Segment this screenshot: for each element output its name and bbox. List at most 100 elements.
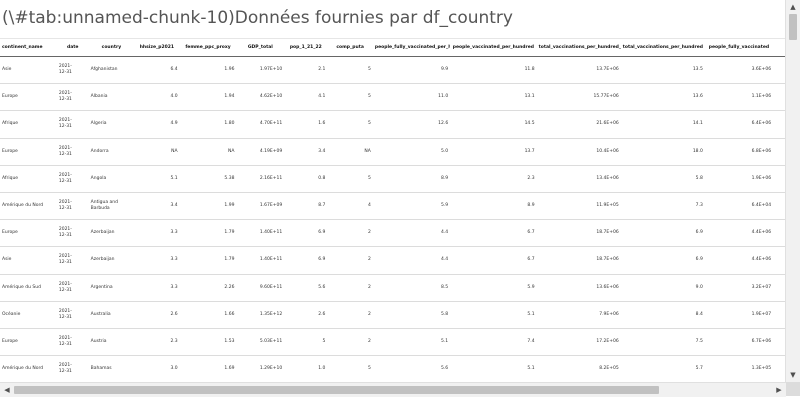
scroll-right-arrow-icon[interactable]: ▶ [772, 383, 786, 397]
table-cell: Andorra [88, 138, 135, 166]
table-cell: 1.99 [179, 192, 237, 221]
table-cell: 1.94 [179, 83, 237, 112]
table-cell: NA [134, 138, 180, 166]
table-cell: 1.67E+09 [236, 192, 285, 221]
column-header: date [56, 39, 89, 57]
table-cell: 5.9 [450, 274, 537, 302]
vertical-scrollbar[interactable]: ▲ ▼ [785, 0, 800, 382]
scroll-left-arrow-icon[interactable]: ◀ [0, 383, 14, 397]
table-cell: 6.7E+06 [704, 328, 774, 357]
table-cell: NA [327, 138, 373, 166]
table-cell: 5.1 [450, 301, 537, 329]
horizontal-scrollbar[interactable]: ◀ ▶ [0, 382, 786, 397]
column-header: total_vaccinations_per_hundred_pp [536, 39, 621, 57]
table-cell: 5.1 [450, 355, 537, 381]
table-cell: 15.77E+06 [536, 83, 621, 112]
horizontal-scroll-thumb[interactable] [14, 386, 659, 394]
table-cell: 5 [327, 355, 373, 381]
table-cell: 1.40E+11 [236, 219, 285, 248]
table-cell: 2021- 12-31 [56, 165, 89, 193]
table-cell: Afrique [0, 165, 57, 193]
column-header: people_fully_vaccinated [704, 39, 774, 57]
scroll-down-arrow-icon[interactable]: ▼ [786, 368, 800, 382]
table-cell: 5.9 [372, 192, 451, 221]
table-cell: 3.3 [134, 219, 180, 248]
table-cell: 13.6E+06 [536, 274, 621, 302]
table-cell: 18.0 [620, 138, 705, 166]
table-cell: 7.4 [450, 328, 537, 357]
table-cell: 9.0 [620, 274, 705, 302]
table-cell: 0.8 [284, 165, 328, 193]
table-cell: 2021- 12-31 [56, 219, 89, 248]
table-cell: 5.03E+11 [236, 328, 285, 357]
table-cell: 2021- 12-31 [56, 110, 89, 139]
table-cell: 1.96 [179, 56, 237, 85]
table-cell: 5.6 [372, 355, 451, 381]
column-header: comp_puta [327, 39, 373, 57]
column-header: pop_1_21_22 [284, 39, 328, 57]
table-cell: 2.1 [284, 56, 328, 85]
table-cell: 13.6 [620, 83, 705, 112]
table-cell: 3.4 [284, 138, 328, 166]
table-cell: 14.5 [450, 110, 537, 139]
table-row: Asie 2021- 12-31 Azerbaijan 3.3 1.79 1.40E+11… [0, 246, 786, 275]
table-cell: Amérique du Sud [0, 274, 57, 302]
table-cell: 5.1 [372, 328, 451, 357]
table-cell: 13.7 [450, 138, 537, 166]
table-cell: 7.3 [620, 192, 705, 221]
table-cell: Albania [88, 83, 135, 112]
table-cell: 5.0 [372, 138, 451, 166]
table-cell: 6.9 [620, 246, 705, 275]
table-cell: Azerbaijan [88, 219, 135, 248]
table-cell: Asie [0, 246, 57, 275]
table-cell: 14.1 [620, 110, 705, 139]
table-cell: Afrique [0, 110, 57, 139]
table-cell: 1.29E+10 [236, 355, 285, 381]
table-cell: 5 [284, 328, 328, 357]
table-cell: 11.0 [372, 83, 451, 112]
column-header: continent_name [0, 39, 57, 57]
table-cell: 2 [327, 246, 373, 275]
table-cell: Bahamas [88, 355, 135, 381]
table-cell: 1.79 [179, 246, 237, 275]
table-cell: 2021- 12-31 [56, 328, 89, 357]
table-viewport: continent_name date country hhsize_p2021 fem… [0, 38, 786, 381]
table-cell: 3.4 [134, 192, 180, 221]
table-cell: 6.9 [284, 219, 328, 248]
table-cell: 6.4 [134, 56, 180, 85]
table-cell: 4.19E+09 [236, 138, 285, 166]
table-cell: Australia [88, 301, 135, 329]
table-cell: 5.8 [372, 301, 451, 329]
table-cell: 9.9 [372, 56, 451, 85]
table-cell: 6.7 [450, 219, 537, 248]
table-cell: 2021- 12-31 [56, 138, 89, 166]
table-cell: 5.8 [620, 165, 705, 193]
table-cell: 18.7E+06 [536, 219, 621, 248]
table-row: Europe 2021- 12-31 Albania 4.0 1.94 4.62E+10 4… [0, 83, 786, 112]
table-cell: 17.2E+06 [536, 328, 621, 357]
table-cell: 2021- 12-31 [56, 192, 89, 221]
table-row: Amérique du Nord 2021- 12-31 Bahamas 3.0 1.6… [0, 355, 786, 381]
table-cell: 7.5 [620, 328, 705, 357]
table-cell: 1.80 [179, 110, 237, 139]
table-cell: 11.8 [450, 56, 537, 85]
table-cell: 6.4E+04 [704, 192, 774, 221]
table-cell: Algeria [88, 110, 135, 139]
vertical-scroll-thumb[interactable] [789, 14, 797, 40]
table-cell: 13.4E+06 [536, 165, 621, 193]
table-cell: 5.38 [179, 165, 237, 193]
table-cell: 2.6 [134, 301, 180, 329]
table-cell: 4.1 [284, 83, 328, 112]
table-cell: 4.62E+10 [236, 83, 285, 112]
table-row: Europe 2021- 12-31 Azerbaijan 3.3 1.79 1.40E+… [0, 219, 786, 248]
table-cell: 1.53 [179, 328, 237, 357]
table-cell: 3.2E+07 [704, 274, 774, 302]
column-header: GDP_total [236, 39, 285, 57]
table-cell: 8.9 [450, 192, 537, 221]
table-cell: 4 [327, 192, 373, 221]
table-cell: 4.4 [372, 219, 451, 248]
table-cell: Angola [88, 165, 135, 193]
scroll-up-arrow-icon[interactable]: ▲ [786, 0, 800, 14]
table-cell: 5.1 [134, 165, 180, 193]
table-cell: 5 [327, 110, 373, 139]
